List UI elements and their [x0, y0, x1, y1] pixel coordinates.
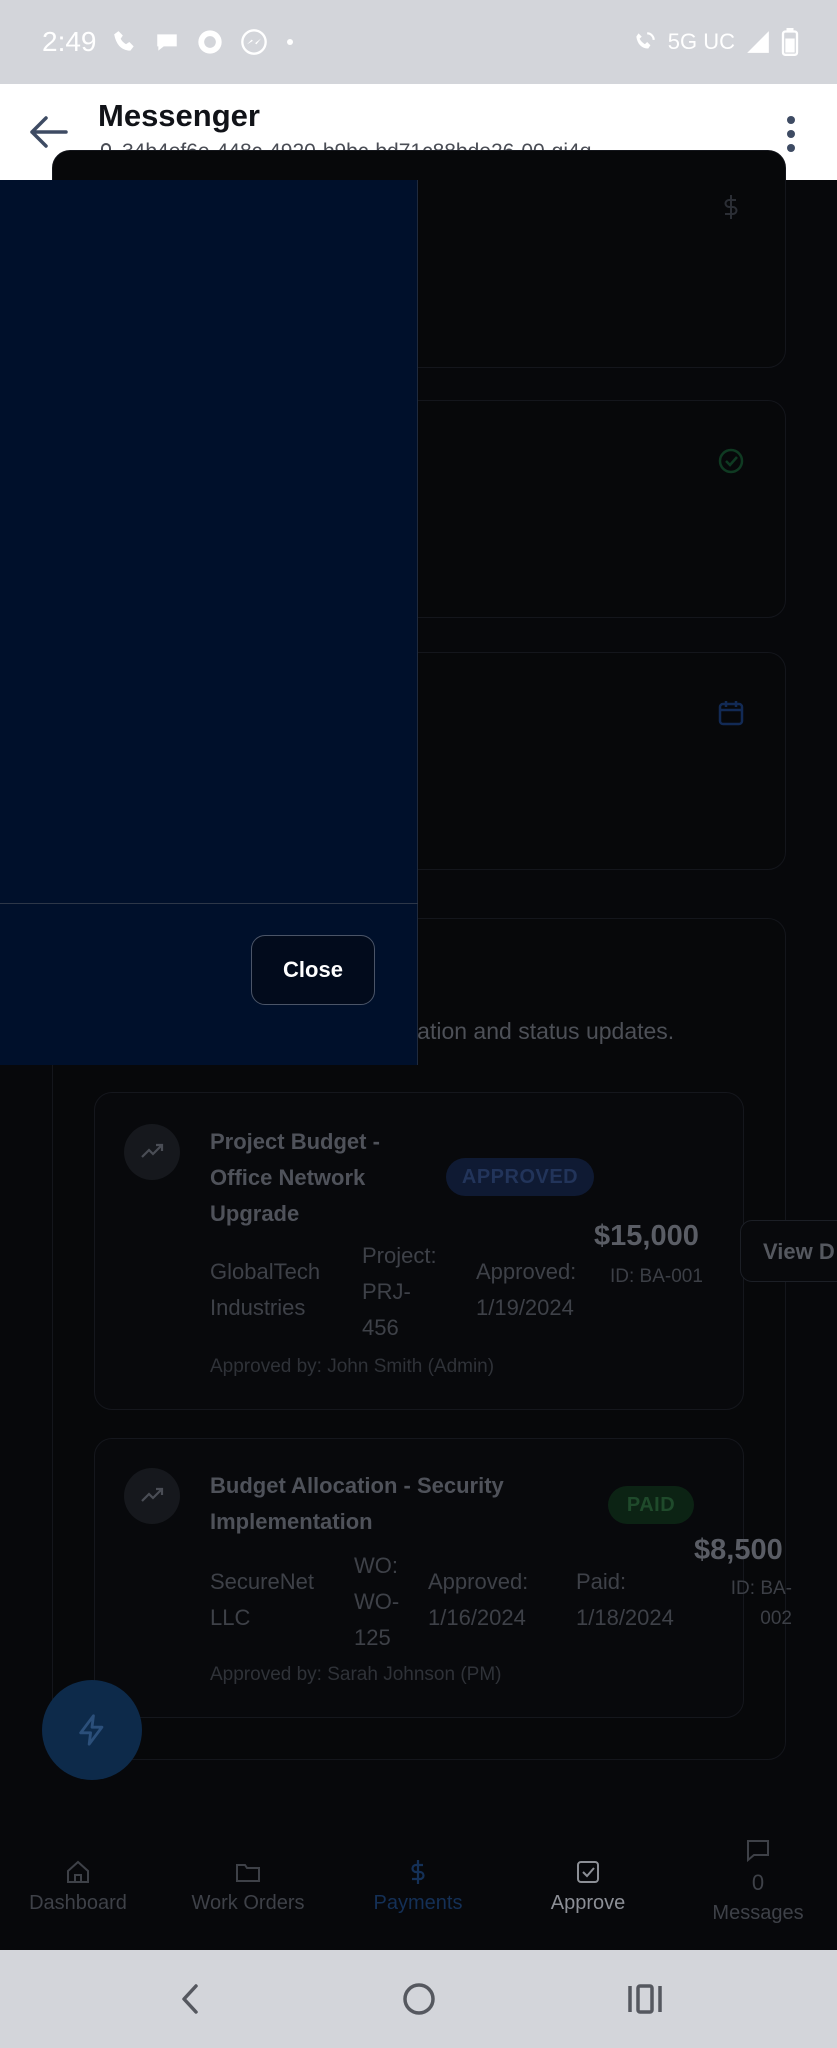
status-bar: 2:49 5G UC [0, 0, 837, 84]
nav-label: Messages [712, 1902, 804, 1924]
check-square-icon [577, 1861, 599, 1883]
client-name: GlobalTech Industries [210, 1259, 321, 1320]
dollar-icon [411, 1860, 425, 1884]
item-title: Project Budget - Office Network Upgrade [210, 1129, 380, 1226]
nav-label: Dashboard [29, 1892, 127, 1914]
nav-approve[interactable]: Approve [538, 1858, 638, 1915]
check-circle-icon [718, 448, 744, 474]
app-icon [198, 30, 222, 54]
chat-bubble-icon [157, 34, 177, 51]
section-description: mation and status updates. [398, 1018, 675, 1044]
work-order-ref: WO: WO- 125 [354, 1553, 400, 1650]
approved-date: Approved: 1/16/2024 [428, 1569, 529, 1630]
item-id: ID: BA- 002 [730, 1578, 792, 1629]
status-right: 5G UC [632, 28, 799, 56]
message-square-icon [747, 1840, 769, 1863]
trending-up-icon [141, 1487, 164, 1502]
nav-messages[interactable]: 0 Messages [706, 1836, 810, 1925]
dollar-icon [724, 195, 738, 219]
client-name: SecureNet LLC [210, 1569, 314, 1630]
quick-action-button[interactable] [42, 1680, 142, 1780]
calendar-icon [718, 701, 744, 726]
phone-icon [114, 31, 134, 51]
nav-label: Payments [373, 1892, 463, 1914]
modal-divider [0, 903, 418, 904]
messenger-icon [241, 29, 267, 55]
folder-icon [236, 1864, 260, 1882]
header-title: Messenger [98, 98, 260, 133]
approver-text: Approved by: John Smith (Admin) [210, 1356, 495, 1377]
nav-dashboard[interactable]: Dashboard [26, 1858, 130, 1915]
trend-icon-bubble [124, 1124, 180, 1180]
item-id: ID: BA-001 [610, 1266, 703, 1287]
signal-icon [747, 31, 769, 53]
bottom-nav: Dashboard Work Orders Payments Approve 0… [0, 1830, 837, 1950]
messages-count: 0 [751, 1870, 765, 1895]
wifi-call-icon [636, 32, 655, 49]
project-ref: Project: PRJ- 456 [362, 1243, 437, 1340]
battery-icon [781, 28, 799, 56]
system-back-icon[interactable] [168, 1976, 214, 2022]
item-title: Budget Allocation - Security Implementati… [210, 1473, 504, 1534]
nav-work-orders[interactable]: Work Orders [188, 1858, 308, 1915]
item-amount: $15,000 [594, 1220, 699, 1252]
network-label: 5G UC [667, 29, 735, 54]
approver-text: Approved by: Sarah Johnson (PM) [210, 1664, 502, 1685]
home-icon [67, 1860, 89, 1883]
paid-date: Paid: 1/18/2024 [576, 1569, 674, 1630]
trending-up-icon [141, 1143, 164, 1158]
close-button[interactable]: Close [251, 935, 375, 1005]
status-badge-approved: APPROVED [446, 1158, 594, 1196]
modal-panel: Close [0, 180, 418, 1065]
more-options-icon[interactable] [785, 114, 797, 154]
item-amount: $8,500 [694, 1534, 783, 1566]
nav-payments[interactable]: Payments [368, 1858, 468, 1915]
nav-label: Work Orders [191, 1892, 305, 1914]
nav-label: Approve [550, 1892, 626, 1914]
view-details-button[interactable]: View D [740, 1220, 837, 1282]
dot-icon [287, 39, 293, 45]
status-badge-paid: PAID [608, 1486, 694, 1524]
system-recents-icon[interactable] [622, 1976, 668, 2022]
trend-icon-bubble [124, 1468, 180, 1524]
approved-date: Approved: 1/19/2024 [476, 1259, 577, 1320]
notification-icons [112, 28, 296, 56]
status-time: 2:49 [42, 26, 97, 57]
lightning-icon [79, 1714, 104, 1746]
system-home-icon[interactable] [396, 1976, 442, 2022]
system-nav-bar [0, 1950, 837, 2048]
